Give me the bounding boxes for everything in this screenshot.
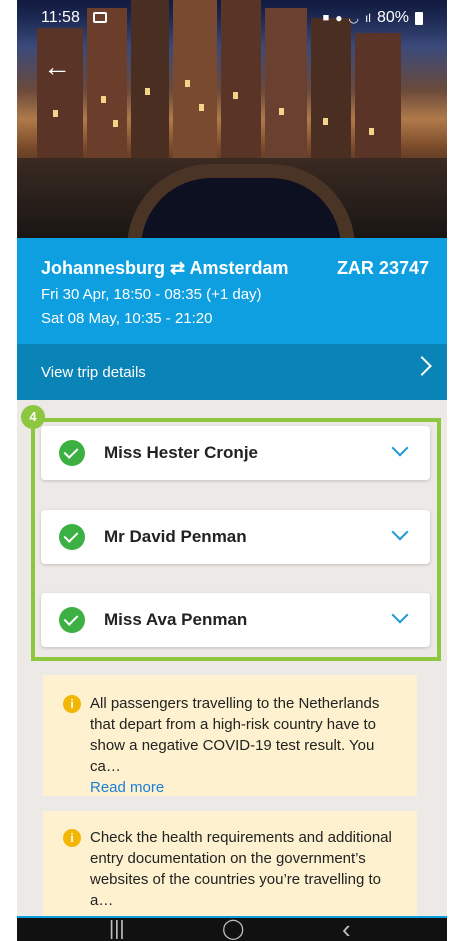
read-more-link[interactable]: Read more — [90, 777, 401, 798]
check-icon — [59, 607, 85, 633]
recent-apps-icon[interactable]: ||| — [109, 918, 125, 941]
photo-icon — [93, 12, 107, 23]
outbound-date: Fri 30 Apr, 18:50 - 08:35 (+1 day) — [41, 286, 262, 303]
route-to: Amsterdam — [189, 258, 289, 278]
health-notice: i Check the health requirements and addi… — [43, 811, 417, 916]
round-trip-icon: ⇄ — [170, 258, 186, 278]
app-screen: 11:58 ■ ● ◡ ıl 80% ← Johannesburg ⇄ Amst… — [17, 0, 447, 941]
view-trip-details-label: View trip details — [41, 364, 146, 381]
passenger-name: Miss Ava Penman — [104, 610, 248, 629]
notice-text: All passengers travelling to the Netherl… — [90, 695, 380, 775]
nav-back-icon[interactable]: ‹ — [342, 916, 351, 941]
home-icon[interactable]: ◯ — [222, 918, 244, 941]
battery-text: 80% — [376, 9, 409, 26]
check-icon — [59, 524, 85, 550]
trip-route: Johannesburg ⇄ Amsterdam — [41, 258, 289, 279]
info-icon: i — [63, 829, 81, 847]
passenger-name: Miss Hester Cronje — [104, 443, 258, 462]
lock-icon: ■ — [322, 12, 330, 24]
chevron-down-icon[interactable] — [391, 523, 409, 541]
system-nav-bar: ||| ◯ ‹ — [17, 916, 447, 941]
check-icon — [59, 440, 85, 466]
chevron-down-icon[interactable] — [391, 606, 409, 624]
passenger-card[interactable]: Miss Hester Cronje — [41, 426, 430, 480]
covid-notice: i All passengers travelling to the Nethe… — [43, 675, 417, 796]
passenger-card[interactable]: Miss Ava Penman — [41, 593, 430, 647]
info-icon: i — [63, 695, 81, 713]
step-badge: 4 — [21, 405, 45, 429]
passenger-card[interactable]: Mr David Penman — [41, 510, 430, 564]
trip-hero-image — [17, 0, 447, 248]
wifi-icon: ◡ — [348, 11, 359, 25]
battery-icon — [415, 11, 423, 25]
return-date: Sat 08 May, 10:35 - 21:20 — [41, 310, 213, 327]
status-bar: 11:58 ■ ● ◡ ıl 80% — [17, 0, 447, 34]
back-arrow-icon[interactable]: ← — [43, 53, 71, 81]
view-trip-details-button[interactable]: View trip details — [17, 344, 447, 400]
trip-summary: Johannesburg ⇄ Amsterdam ZAR 23747 Fri 3… — [17, 238, 447, 344]
signal-icon: ıl — [364, 11, 371, 25]
notice-text: Check the health requirements and additi… — [90, 829, 392, 909]
chevron-down-icon[interactable] — [391, 439, 409, 457]
route-from: Johannesburg — [41, 258, 166, 278]
status-time: 11:58 — [41, 9, 80, 26]
passenger-name: Mr David Penman — [104, 527, 247, 546]
location-icon: ● — [335, 11, 343, 25]
trip-price: ZAR 23747 — [336, 258, 429, 278]
chevron-right-icon — [412, 356, 432, 376]
